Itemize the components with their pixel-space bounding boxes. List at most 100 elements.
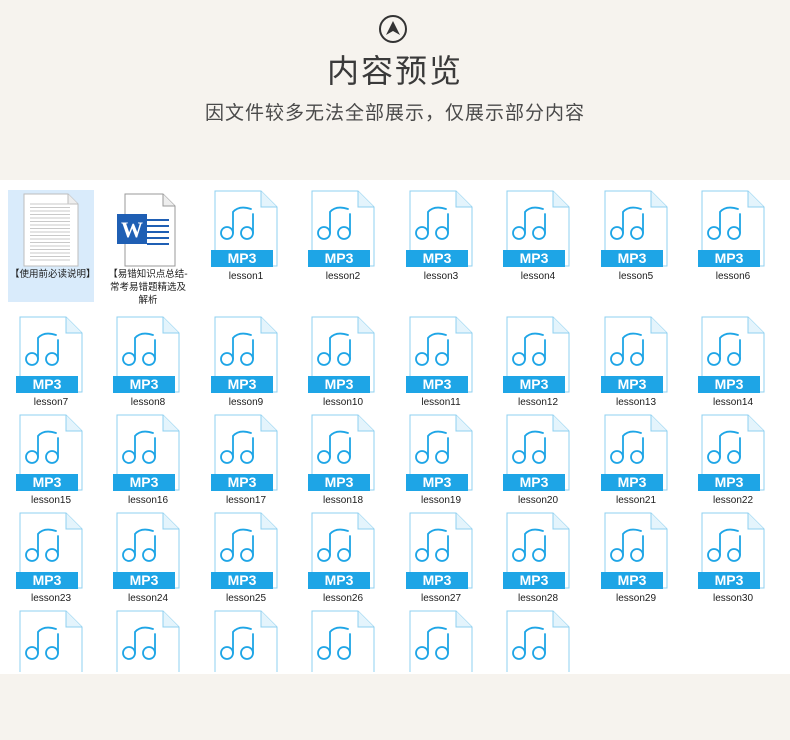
mp3-file-icon: MP3 bbox=[300, 316, 386, 396]
mp3-file-icon: MP3 bbox=[593, 414, 679, 494]
mp3-file-tile[interactable]: MP3 lesson5 bbox=[593, 190, 679, 283]
mp3-file-icon: MP3 bbox=[690, 316, 776, 396]
mp3-file-tile[interactable]: MP3 lesson13 bbox=[593, 316, 679, 409]
mp3-file-icon: MP3 bbox=[8, 316, 94, 396]
mp3-badge-text: MP3 bbox=[228, 572, 257, 588]
mp3-badge-text: MP3 bbox=[423, 250, 452, 266]
mp3-badge-text: MP3 bbox=[228, 250, 257, 266]
mp3-file-icon bbox=[203, 610, 289, 672]
mp3-file-tile[interactable]: MP3 lesson22 bbox=[690, 414, 776, 507]
mp3-file-tile[interactable]: MP3 lesson27 bbox=[398, 512, 484, 605]
mp3-file-tile[interactable]: MP3 lesson25 bbox=[203, 512, 289, 605]
mp3-file-tile[interactable] bbox=[105, 610, 191, 672]
document-file-tile[interactable]: W 【易错知识点总结-常考易错题精选及解析 bbox=[105, 190, 191, 307]
mp3-badge-text: MP3 bbox=[618, 474, 647, 490]
mp3-badge-text: MP3 bbox=[618, 572, 647, 588]
mp3-file-icon: MP3 bbox=[398, 316, 484, 396]
file-name-label: lesson24 bbox=[127, 593, 169, 604]
file-name-label: lesson11 bbox=[421, 397, 461, 408]
mp3-badge-text: MP3 bbox=[325, 376, 354, 392]
mp3-file-tile[interactable]: MP3 lesson9 bbox=[203, 316, 289, 409]
mp3-file-tile[interactable]: MP3 lesson16 bbox=[105, 414, 191, 507]
mp3-badge-text: MP3 bbox=[520, 572, 549, 588]
mp3-badge-text: MP3 bbox=[520, 474, 549, 490]
file-name-label: lesson2 bbox=[325, 271, 361, 282]
word-document-icon: W bbox=[105, 190, 191, 268]
file-name-label: 【易错知识点总结-常考易错题精选及解析 bbox=[108, 269, 188, 306]
mp3-file-tile[interactable]: MP3 lesson11 bbox=[398, 316, 484, 409]
file-name-label: lesson27 bbox=[420, 593, 462, 604]
mp3-file-icon: MP3 bbox=[300, 512, 386, 592]
mp3-file-tile[interactable]: MP3 lesson3 bbox=[398, 190, 484, 283]
mp3-file-tile[interactable]: MP3 lesson7 bbox=[8, 316, 94, 409]
file-name-label: lesson15 bbox=[30, 495, 72, 506]
mp3-file-icon: MP3 bbox=[203, 512, 289, 592]
chevron-up-circle-icon bbox=[379, 15, 407, 43]
mp3-file-icon: MP3 bbox=[8, 512, 94, 592]
mp3-badge-text: MP3 bbox=[325, 250, 354, 266]
mp3-file-tile[interactable]: MP3 lesson8 bbox=[105, 316, 191, 409]
file-name-label: lesson4 bbox=[520, 271, 556, 282]
mp3-badge-text: MP3 bbox=[618, 250, 647, 266]
file-name-label: lesson13 bbox=[615, 397, 657, 408]
mp3-file-icon: MP3 bbox=[495, 316, 581, 396]
mp3-badge-text: MP3 bbox=[130, 376, 159, 392]
mp3-file-tile[interactable]: MP3 lesson30 bbox=[690, 512, 776, 605]
mp3-badge-text: MP3 bbox=[715, 474, 744, 490]
mp3-file-tile[interactable] bbox=[8, 610, 94, 672]
mp3-file-icon: MP3 bbox=[690, 190, 776, 270]
mp3-badge-text: MP3 bbox=[33, 376, 62, 392]
mp3-file-tile[interactable]: MP3 lesson19 bbox=[398, 414, 484, 507]
mp3-badge-text: MP3 bbox=[423, 572, 452, 588]
mp3-badge-text: MP3 bbox=[130, 572, 159, 588]
mp3-file-tile[interactable]: MP3 lesson6 bbox=[690, 190, 776, 283]
svg-text:W: W bbox=[121, 217, 143, 242]
mp3-file-tile[interactable]: MP3 lesson15 bbox=[8, 414, 94, 507]
mp3-file-tile[interactable]: MP3 lesson10 bbox=[300, 316, 386, 409]
file-name-label: lesson5 bbox=[618, 271, 654, 282]
mp3-file-icon: MP3 bbox=[105, 316, 191, 396]
file-name-label: lesson3 bbox=[423, 271, 459, 282]
mp3-file-tile[interactable]: MP3 lesson17 bbox=[203, 414, 289, 507]
mp3-file-tile[interactable]: MP3 lesson23 bbox=[8, 512, 94, 605]
mp3-file-icon: MP3 bbox=[203, 190, 289, 270]
mp3-file-tile[interactable]: MP3 lesson2 bbox=[300, 190, 386, 283]
mp3-badge-text: MP3 bbox=[228, 376, 257, 392]
mp3-file-tile[interactable]: MP3 lesson4 bbox=[495, 190, 581, 283]
file-name-label: lesson21 bbox=[615, 495, 657, 506]
mp3-file-tile[interactable] bbox=[203, 610, 289, 672]
file-name-label: lesson23 bbox=[30, 593, 72, 604]
file-browser-panel: 【使用前必读说明】 W 【易错知识点总结-常考易错题精选及解析 MP3 less… bbox=[0, 180, 790, 674]
file-name-label: lesson1 bbox=[228, 271, 264, 282]
mp3-file-tile[interactable]: MP3 lesson26 bbox=[300, 512, 386, 605]
mp3-badge-text: MP3 bbox=[618, 376, 647, 392]
mp3-file-tile[interactable] bbox=[398, 610, 484, 672]
mp3-file-icon: MP3 bbox=[690, 414, 776, 494]
mp3-file-icon bbox=[300, 610, 386, 672]
mp3-file-tile[interactable]: MP3 lesson28 bbox=[495, 512, 581, 605]
mp3-file-icon: MP3 bbox=[8, 414, 94, 494]
mp3-file-tile[interactable]: MP3 lesson1 bbox=[203, 190, 289, 283]
mp3-badge-text: MP3 bbox=[520, 250, 549, 266]
file-name-label: lesson10 bbox=[322, 397, 364, 408]
mp3-file-tile[interactable] bbox=[300, 610, 386, 672]
file-grid: 【使用前必读说明】 W 【易错知识点总结-常考易错题精选及解析 MP3 less… bbox=[0, 180, 790, 674]
document-file-tile[interactable]: 【使用前必读说明】 bbox=[8, 190, 96, 302]
mp3-file-tile[interactable]: MP3 lesson24 bbox=[105, 512, 191, 605]
mp3-file-tile[interactable]: MP3 lesson14 bbox=[690, 316, 776, 409]
file-name-label: lesson29 bbox=[615, 593, 657, 604]
mp3-file-tile[interactable] bbox=[495, 610, 581, 672]
mp3-file-icon: MP3 bbox=[495, 190, 581, 270]
file-name-label: 【使用前必读说明】 bbox=[10, 269, 96, 280]
file-name-label: lesson25 bbox=[225, 593, 267, 604]
mp3-file-tile[interactable]: MP3 lesson21 bbox=[593, 414, 679, 507]
file-name-label: lesson18 bbox=[322, 495, 364, 506]
mp3-file-tile[interactable]: MP3 lesson29 bbox=[593, 512, 679, 605]
mp3-file-icon: MP3 bbox=[398, 414, 484, 494]
mp3-badge-text: MP3 bbox=[520, 376, 549, 392]
mp3-file-tile[interactable]: MP3 lesson12 bbox=[495, 316, 581, 409]
mp3-badge-text: MP3 bbox=[715, 572, 744, 588]
mp3-file-tile[interactable]: MP3 lesson20 bbox=[495, 414, 581, 507]
mp3-file-tile[interactable]: MP3 lesson18 bbox=[300, 414, 386, 507]
file-name-label: lesson17 bbox=[225, 495, 267, 506]
